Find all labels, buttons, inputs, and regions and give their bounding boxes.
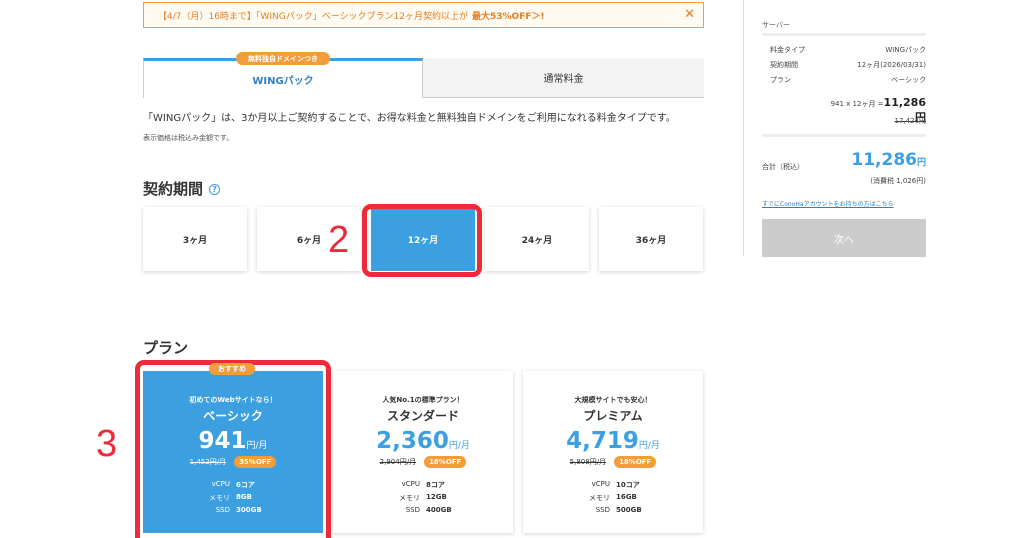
summary-label: プラン <box>770 76 791 84</box>
login-link[interactable]: すでにConoHaアカウントをお持ちの方はこちら <box>762 199 894 208</box>
plan-price: 4,719円/月 <box>523 428 703 454</box>
summary-row-rate: 料金タイプ WINGパック <box>770 45 926 55</box>
summary-calc-text: 941 x 12ヶ月 = <box>830 100 884 108</box>
plan-price-value: 2,360 <box>376 428 449 454</box>
free-domain-badge: 無料独自ドメインつき <box>236 52 330 65</box>
plan-tag: 大規模サイトでも安心！ <box>574 396 652 404</box>
summary-original: 17,424円 <box>894 117 927 125</box>
summary-total-unit: 円 <box>916 158 926 168</box>
summary-label: 料金タイプ <box>770 46 805 54</box>
spec-value: 10コア <box>616 481 640 489</box>
summary-label: 契約期間 <box>770 61 798 69</box>
spec-value: 400GB <box>426 506 452 514</box>
annotation-step-2: 2 <box>328 219 350 261</box>
spec-label: SSD <box>595 506 610 514</box>
summary-row-plan: プラン ベーシック <box>770 75 926 85</box>
period-option-3[interactable]: 3ヶ月 <box>143 207 247 271</box>
next-button[interactable]: 次へ <box>762 219 926 257</box>
plan-price-unit: 円/月 <box>448 441 470 451</box>
spec-value: 16GB <box>616 493 637 501</box>
plan-heading: プラン <box>143 339 189 357</box>
tab-normal-price[interactable]: 通常料金 <box>423 58 704 98</box>
summary-value: 12ヶ月(2026/03/31) <box>857 61 926 69</box>
period-heading-text: 契約期間 <box>143 180 204 198</box>
plan-discount-badge: 18%OFF <box>424 456 467 468</box>
summary-total: 11,286円 <box>826 150 926 170</box>
spec-value: 12GB <box>426 493 447 501</box>
summary-divider <box>762 134 926 137</box>
plan-card-premium[interactable]: 大規模サイトでも安心！ プレミアム 4,719円/月 5,808円/月 18%OF… <box>523 371 703 533</box>
summary-section-title: サーバー <box>762 21 790 29</box>
wing-description: 「WINGパック」は、3か月以上ご契約することで、お得な料金と無料独自ドメインを… <box>143 113 676 124</box>
plan-name: スタンダード <box>386 409 459 423</box>
help-icon[interactable]: ? <box>209 184 221 195</box>
plan-original-price: 2,904円/月 <box>379 458 417 466</box>
plan-original-price: 5,808円/月 <box>569 458 607 466</box>
tax-note: 表示価格は税込み金額です。 <box>143 134 234 142</box>
period-heading: 契約期間? <box>143 178 221 199</box>
plan-price-value: 4,719 <box>566 428 639 454</box>
recommend-badge: おすすめ <box>209 363 255 375</box>
spec-label: SSD <box>405 506 420 514</box>
spec-label: メモリ <box>399 494 420 502</box>
period-option-36[interactable]: 36ヶ月 <box>599 207 703 271</box>
annotation-step-3: 3 <box>96 423 118 465</box>
plan-spec: vCPU 10コア メモリ 16GB SSD 500GB <box>558 480 668 514</box>
summary-total-label: 合計（税込） <box>762 163 804 171</box>
summary-value: ベーシック <box>891 76 926 84</box>
sidebar-divider <box>743 0 744 256</box>
summary-value: WINGパック <box>885 46 926 54</box>
plan-price-unit: 円/月 <box>638 441 660 451</box>
spec-value: 500GB <box>616 506 642 514</box>
promo-banner[interactable]: 【4/7（月）16時まで】「WINGパック」ベーシックプラン12ヶ月契約以上が … <box>143 2 704 28</box>
plan-name: プレミアム <box>583 409 643 423</box>
spec-label: vCPU <box>591 480 610 488</box>
summary-total-value: 11,286 <box>851 150 917 170</box>
promo-text: 【4/7（月）16時まで】「WINGパック」ベーシックプラン12ヶ月契約以上が <box>158 11 468 22</box>
plan-discount-badge: 18%OFF <box>614 456 657 468</box>
period-option-24[interactable]: 24ヶ月 <box>485 207 589 271</box>
highlight-box-period <box>362 204 482 277</box>
plan-card-standard[interactable]: 人気No.1の標準プラン！ スタンダード 2,360円/月 2,904円/月 18… <box>333 371 513 533</box>
plan-tag: 人気No.1の標準プラン！ <box>382 396 464 404</box>
highlight-box-plan <box>135 360 331 538</box>
spec-value: 8コア <box>426 481 445 489</box>
spec-label: メモリ <box>589 494 610 502</box>
spec-label: vCPU <box>401 480 420 488</box>
summary-divider <box>762 33 926 36</box>
plan-spec: vCPU 8コア メモリ 12GB SSD 400GB <box>368 480 478 514</box>
close-icon[interactable]: ✕ <box>684 7 695 22</box>
summary-row-term: 契約期間 12ヶ月(2026/03/31) <box>770 60 926 70</box>
promo-highlight[interactable]: 最大53%OFF＞! <box>472 9 545 22</box>
summary-tax: (消費税 1,026円) <box>870 177 926 185</box>
plan-price: 2,360円/月 <box>333 428 513 454</box>
